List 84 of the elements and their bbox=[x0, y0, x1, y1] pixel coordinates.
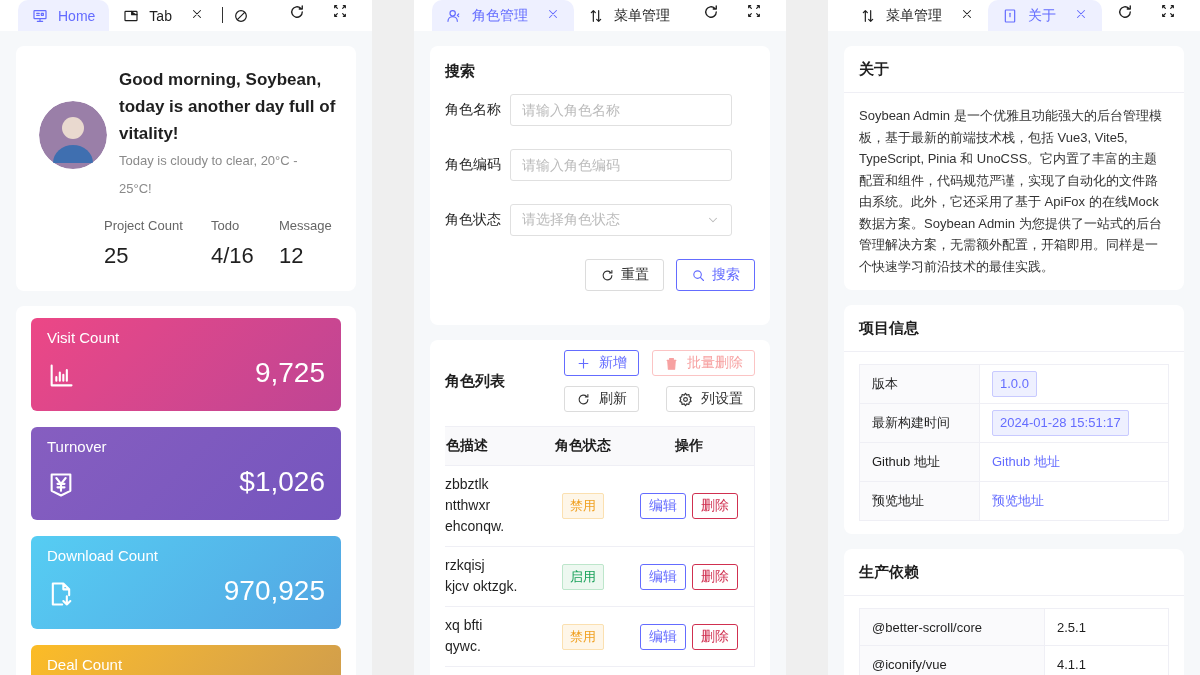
table-cell: @iconify/vue bbox=[872, 656, 947, 672]
link[interactable]: Github 地址 bbox=[992, 454, 1060, 469]
settings-button[interactable]: 列设置 bbox=[666, 386, 755, 412]
column-header: 操作 bbox=[674, 437, 703, 453]
about-text: Soybean Admin 是一个优雅且功能强大的后台管理模板，基于最新的前端技术栈，包括 Vue3, Vite5, TypeScript, Pinia 和 UnoCSS。它内置了丰富的主题配置和组件，代码规范严谨，实现了自动化的文件路由系统。此外，它还采用了基于 ApiFox 的在线Mock数据方案。Soybean Admin 为您提供了一站式的后台管理解决方案，无需额外配置，开箱即用。同样是一个快速学习前沿技术的最佳实践。 bbox=[859, 107, 1163, 276]
ban-icon[interactable] bbox=[232, 8, 249, 24]
book-icon bbox=[1002, 7, 1018, 24]
table-cell: xq bfti qywc. bbox=[445, 617, 483, 654]
trash-icon bbox=[664, 355, 679, 371]
monitor-icon bbox=[32, 7, 48, 24]
card-title: 搜索 bbox=[445, 61, 476, 81]
refresh-icon[interactable] bbox=[288, 3, 306, 21]
tab[interactable]: Tab bbox=[109, 0, 218, 31]
stat-card-value: $1,026 bbox=[239, 465, 325, 499]
field-label: 角色名称 bbox=[445, 101, 502, 119]
sort-arrows-icon bbox=[588, 7, 604, 24]
delete-button[interactable]: 删除 bbox=[691, 493, 738, 519]
version-tag: 2024-01-28 15:51:17 bbox=[992, 410, 1129, 436]
refresh-icon bbox=[600, 267, 615, 283]
tab[interactable]: 菜单管理 bbox=[846, 0, 988, 31]
edit-button[interactable]: 编辑 bbox=[639, 563, 686, 590]
field-label: 角色状态 bbox=[445, 211, 502, 229]
search-button[interactable]: 搜索 bbox=[676, 259, 755, 291]
stat-label: Todo bbox=[211, 217, 241, 235]
table-cell: @better-scroll/core bbox=[872, 619, 982, 635]
stat-card-value: 970,925 bbox=[223, 574, 325, 608]
stat-card-value: 9,725 bbox=[254, 356, 325, 390]
stat-label: Project Count bbox=[104, 217, 184, 235]
field-label: 角色编码 bbox=[445, 156, 502, 174]
edit-button[interactable]: 编辑 bbox=[639, 623, 686, 650]
table-cell: rzkqisj kjcv oktzgk. bbox=[445, 557, 518, 594]
add-button[interactable]: 新增 bbox=[564, 350, 639, 376]
plus-icon bbox=[576, 355, 591, 371]
stat-value: 12 bbox=[279, 243, 305, 269]
card-title: 关于 bbox=[859, 59, 889, 79]
fullscreen-icon[interactable] bbox=[1160, 3, 1176, 19]
status-tag: 禁用 bbox=[562, 623, 604, 650]
stat-label: Message bbox=[279, 217, 333, 235]
table-cell: zbbztlk ntthwxr ehconqw. bbox=[445, 476, 505, 534]
table-cell: 2.5.1 bbox=[1057, 619, 1086, 635]
avatar bbox=[39, 100, 107, 169]
close-icon[interactable] bbox=[960, 7, 974, 21]
refresh-icon[interactable] bbox=[1116, 3, 1134, 21]
status-tag: 禁用 bbox=[562, 493, 604, 519]
fullscreen-icon[interactable] bbox=[746, 3, 762, 19]
fullscreen-icon[interactable] bbox=[332, 3, 348, 19]
card-title: 角色列表 bbox=[445, 371, 505, 391]
input-field[interactable]: 请输入角色名称 bbox=[510, 94, 732, 126]
refresh-button[interactable]: 刷新 bbox=[564, 386, 639, 412]
input-field[interactable]: 请输入角色编码 bbox=[510, 149, 732, 181]
version-tag: 1.0.0 bbox=[992, 371, 1037, 397]
stat-card-title: Turnover bbox=[47, 437, 108, 457]
sort-arrows-icon bbox=[860, 7, 876, 24]
stat-card-title: Download Count bbox=[47, 546, 159, 566]
reset-button[interactable]: 重置 bbox=[585, 259, 664, 291]
tab[interactable]: Home bbox=[18, 0, 110, 31]
table-cell: Github 地址 bbox=[872, 454, 940, 469]
weather-text: Today is cloudy to clear, 20°C - 25°C! bbox=[119, 152, 299, 198]
table-cell: 版本 bbox=[872, 376, 898, 391]
refresh-icon bbox=[576, 391, 591, 407]
tab[interactable]: 角色管理 bbox=[432, 0, 574, 31]
stat-card-title: Visit Count bbox=[47, 328, 121, 348]
delete-button[interactable]: 删除 bbox=[691, 623, 738, 650]
tab[interactable]: 菜单管理 bbox=[574, 0, 684, 31]
tab[interactable]: 关于 bbox=[988, 0, 1102, 31]
table-cell: 预览地址 bbox=[872, 493, 924, 508]
gear-icon bbox=[678, 391, 693, 407]
column-header: 色描述 bbox=[446, 437, 488, 453]
status-tag: 启用 bbox=[562, 563, 604, 590]
search-icon bbox=[691, 267, 706, 283]
table-cell: 4.1.1 bbox=[1057, 656, 1086, 672]
stat-card-title: Deal Count bbox=[47, 655, 124, 675]
column-header: 角色状态 bbox=[555, 437, 611, 453]
card-title: 项目信息 bbox=[859, 318, 919, 338]
link[interactable]: 预览地址 bbox=[992, 493, 1044, 508]
table-cell: 最新构建时间 bbox=[872, 415, 950, 430]
card-title: 生产依赖 bbox=[859, 562, 919, 582]
edit-button[interactable]: 编辑 bbox=[639, 493, 686, 519]
delete-button[interactable]: 删除 bbox=[691, 563, 738, 590]
stat-value: 25 bbox=[104, 243, 130, 269]
stat-value: 4/16 bbox=[211, 243, 255, 269]
greeting-text: Good morning, Soybean, today is another day full of vitality! bbox=[119, 69, 337, 145]
user-icon bbox=[446, 7, 462, 24]
refresh-icon[interactable] bbox=[702, 3, 720, 21]
